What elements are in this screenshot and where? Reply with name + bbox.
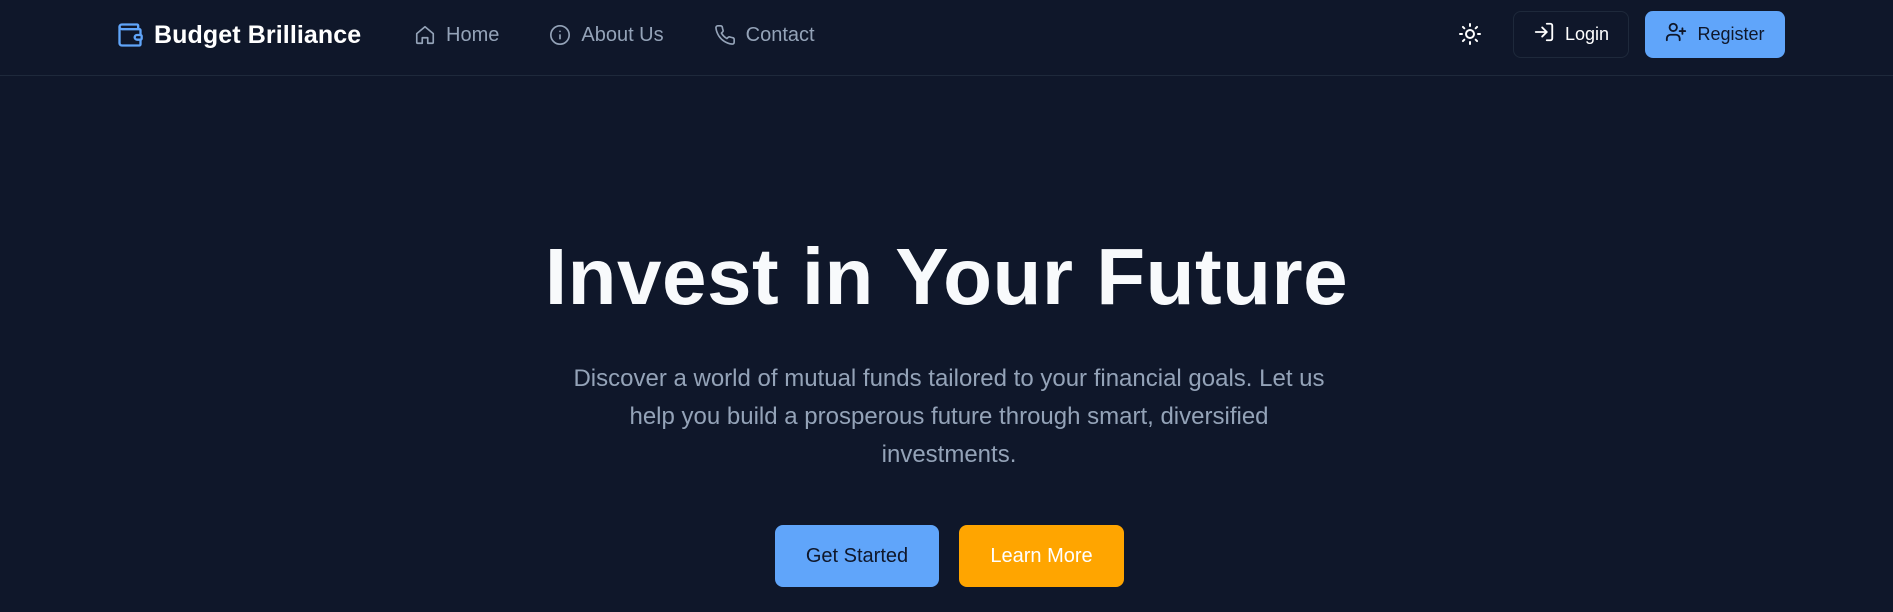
nav-item-label: Home [446,23,500,46]
login-button[interactable]: Login [1513,11,1629,58]
nav-item-label: About Us [581,23,664,46]
info-icon [549,24,571,46]
nav-item-label: Contact [745,23,815,46]
phone-icon [714,24,736,46]
brand-name: Budget Brilliance [154,20,362,49]
register-label: Register [1697,24,1765,44]
theme-toggle-button[interactable] [1454,20,1486,52]
brand-logo[interactable]: Budget Brilliance [116,19,361,51]
learn-more-button[interactable]: Learn More [959,525,1124,587]
top-navbar: Budget Brilliance Home About Us Contact … [0,0,1893,76]
register-button[interactable]: Register [1645,11,1785,58]
sun-icon [1458,22,1482,51]
home-icon [414,24,436,46]
login-label: Login [1564,24,1610,44]
nav-item-home[interactable]: Home [414,24,499,47]
hero-section: Invest in Your Future Discover a world o… [0,77,1893,612]
hero-subtitle: Discover a world of mutual funds tailore… [573,365,1325,468]
wallet-icon [116,21,144,49]
nav-item-contact[interactable]: Contact [714,24,815,47]
user-plus-icon [1665,21,1687,48]
login-icon [1533,21,1555,48]
hero-title: Invest in Your Future [544,232,1349,321]
nav-item-about-us[interactable]: About Us [549,23,664,47]
get-started-button[interactable]: Get Started [775,525,939,587]
main-nav: Home About Us Contact [414,20,815,50]
